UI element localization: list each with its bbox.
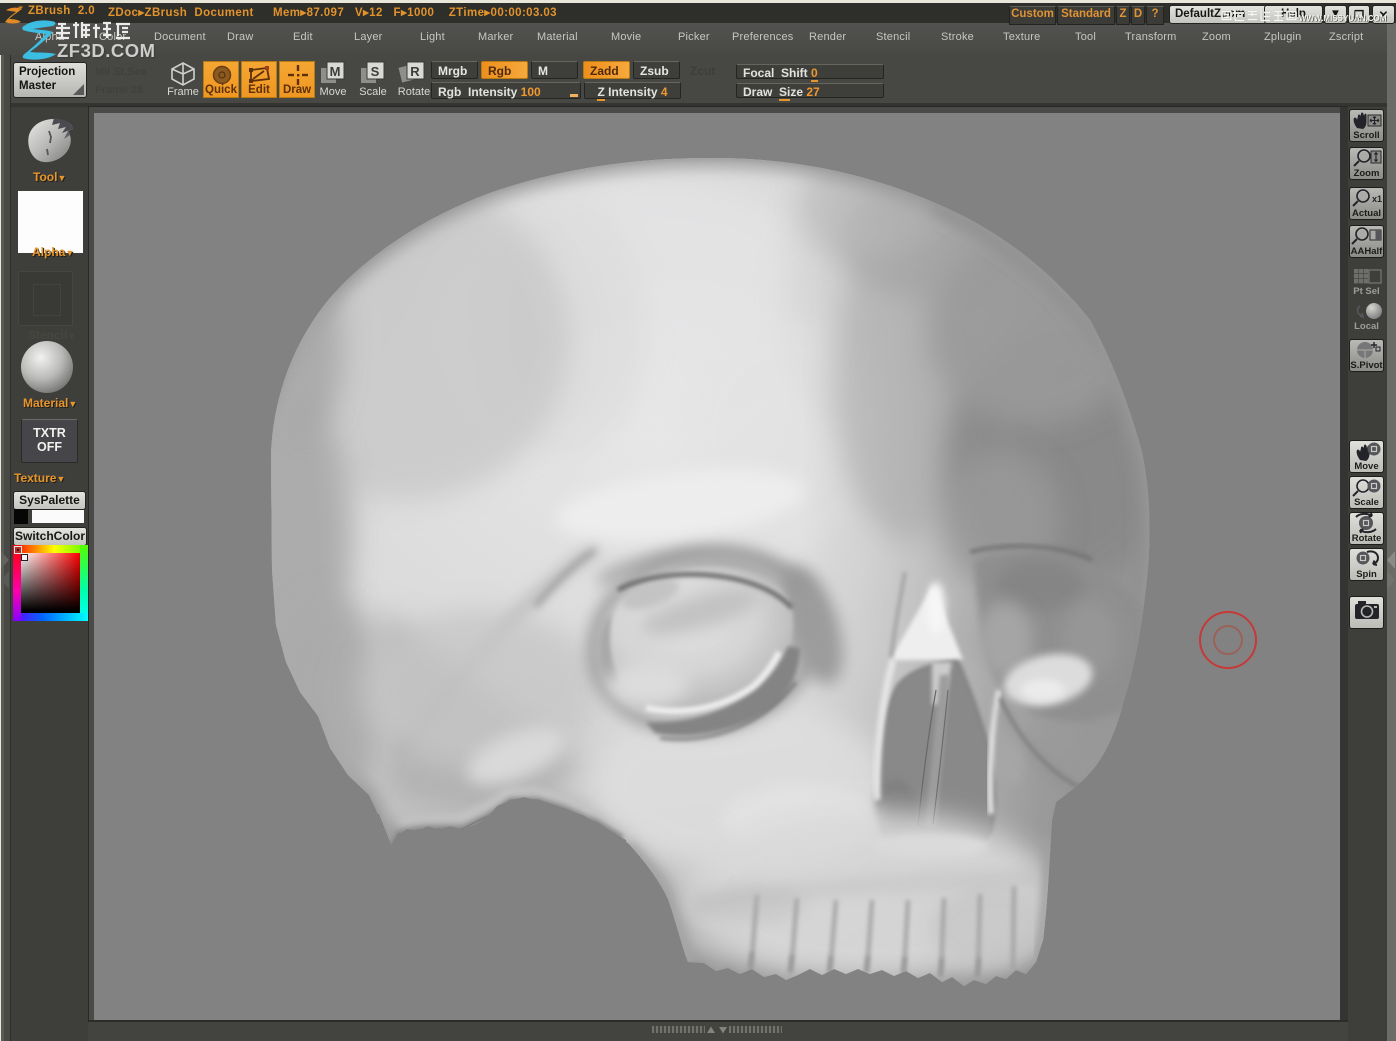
svg-text:S: S	[371, 64, 380, 79]
svg-text:R: R	[410, 64, 420, 79]
svg-text:M: M	[330, 64, 341, 79]
svg-text:x1: x1	[1372, 194, 1382, 204]
